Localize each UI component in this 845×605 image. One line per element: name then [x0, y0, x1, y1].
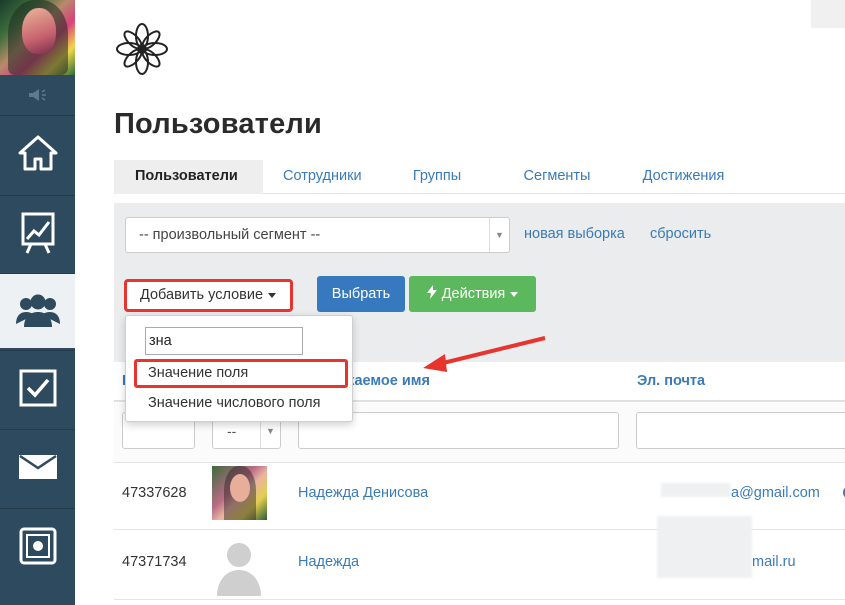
checkbox-icon [19, 369, 56, 407]
tab-employees[interactable]: Сотрудники [263, 160, 375, 194]
nav-statistics[interactable] [0, 195, 75, 270]
email-filter-input[interactable] [636, 412, 845, 449]
add-condition-label: Добавить условие [140, 287, 264, 303]
nav-users[interactable] [0, 273, 75, 348]
new-query-link[interactable]: новая выборка [524, 226, 625, 242]
add-condition-button[interactable]: Добавить условие [131, 285, 286, 306]
condition-search-input[interactable]: зна [145, 327, 303, 355]
user-avatar[interactable] [0, 0, 75, 75]
bolt-icon [426, 285, 437, 299]
caret-down-icon [268, 292, 277, 298]
actions-button[interactable]: Действия [409, 276, 536, 312]
tabs: Пользователи Сотрудники Группы Сегменты … [114, 160, 845, 194]
user-email[interactable]: mail.ru [752, 554, 796, 570]
top-right-panel [811, 0, 845, 28]
reset-link[interactable]: сбросить [650, 226, 711, 242]
page-title: Пользователи [114, 108, 323, 140]
tab-segments[interactable]: Сегменты [499, 160, 615, 194]
user-avatar-image [212, 466, 267, 520]
nav-home[interactable] [0, 115, 75, 190]
option-highlight [134, 359, 348, 388]
redacted-email-part [661, 483, 731, 497]
redacted-email-part [657, 516, 752, 578]
mail-icon [18, 454, 57, 479]
user-id: 47337628 [122, 485, 187, 501]
condition-option-numeric-field-value[interactable]: Значение числового поля [126, 391, 352, 415]
nav-tasks[interactable] [0, 350, 75, 425]
lotus-logo [116, 23, 168, 75]
default-avatar-icon [217, 543, 261, 596]
add-condition-highlight: Добавить условие [124, 279, 293, 312]
annotation-arrow [423, 336, 546, 372]
user-name-link[interactable]: Надежда [298, 554, 359, 570]
actions-label: Действия [441, 286, 506, 302]
select-button[interactable]: Выбрать [317, 276, 405, 312]
speaker-icon[interactable] [0, 75, 75, 115]
tab-achievements[interactable]: Достижения [615, 160, 752, 194]
tab-groups[interactable]: Группы [375, 160, 499, 194]
chart-icon [21, 212, 54, 254]
home-icon [18, 135, 57, 171]
segment-select[interactable]: -- произвольный сегмент -- ▼ [125, 217, 510, 253]
safe-icon [19, 527, 56, 565]
column-name-header[interactable]: жаемое имя [344, 373, 430, 389]
tab-users[interactable]: Пользователи [114, 160, 263, 194]
avatar-filter-value: -- [227, 423, 237, 439]
table-row[interactable]: 47371734 Надежда mail.ru [114, 516, 845, 600]
chevron-down-icon: ▼ [489, 218, 509, 252]
main-content: Пользователи Пользователи Сотрудники Гру… [75, 0, 845, 605]
nav-messages[interactable] [0, 429, 75, 504]
user-email[interactable]: a@gmail.com [731, 485, 820, 501]
segment-select-value: -- произвольный сегмент -- [139, 227, 321, 243]
add-condition-dropdown: зна Значение поля Значение числового пол… [125, 315, 353, 422]
caret-down-icon [510, 291, 519, 297]
user-name-link[interactable]: Надежда Денисова [298, 485, 428, 501]
users-icon [15, 294, 60, 327]
user-id: 47371734 [122, 554, 187, 570]
nav-settings[interactable] [0, 508, 75, 583]
sidebar [0, 0, 75, 605]
column-email-header[interactable]: Эл. почта [637, 373, 705, 389]
